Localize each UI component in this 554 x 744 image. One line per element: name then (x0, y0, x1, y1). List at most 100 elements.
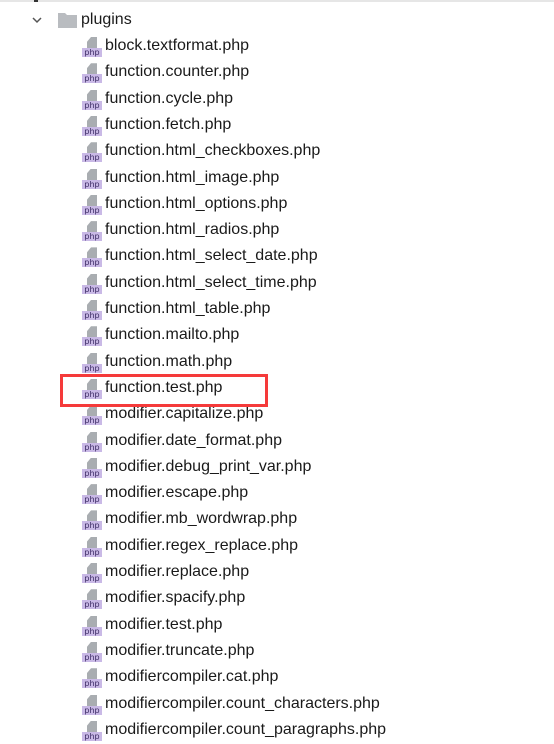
file-name: function.fetch.php (105, 115, 232, 133)
php-file-icon: php (82, 694, 102, 716)
file-row[interactable]: php modifiercompiler.count_characters.php (0, 692, 554, 718)
php-tag: php (82, 74, 102, 84)
php-tag: php (82, 705, 102, 715)
php-tag: php (82, 521, 102, 531)
file-name: function.mailto.php (105, 326, 240, 344)
php-tag: php (82, 731, 102, 741)
php-file-icon: php (82, 720, 102, 742)
file-row[interactable]: php modifier.test.php (0, 613, 554, 639)
php-file-icon: php (82, 484, 102, 505)
file-row[interactable]: php modifier.mb_wordwrap.php (0, 507, 554, 533)
highlight-box (60, 374, 268, 407)
php-file-icon: php (82, 457, 102, 479)
file-name: modifier.mb_wordwrap.php (105, 510, 298, 528)
file-row[interactable]: php modifier.replace.php (0, 560, 554, 586)
file-name: modifiercompiler.count_characters.php (105, 694, 380, 712)
file-row[interactable]: php function.html_options.php (0, 192, 554, 218)
file-name: modifier.debug_print_var.php (105, 457, 312, 475)
file-row[interactable]: php modifier.spacify.php (0, 586, 554, 612)
php-file-icon: php (82, 273, 102, 295)
php-file-icon: php (82, 300, 102, 321)
php-file-icon: php (82, 168, 102, 190)
php-tag: php (82, 679, 102, 689)
file-row[interactable]: php modifiercompiler.count_paragraphs.php (0, 718, 554, 744)
file-name: function.html_options.php (105, 194, 288, 212)
file-row[interactable]: php modifier.date_format.php (0, 429, 554, 455)
folder-icon (58, 13, 77, 28)
php-tag: php (82, 442, 102, 452)
file-name: modifier.capitalize.php (105, 405, 264, 423)
php-file-icon: php (82, 536, 102, 558)
php-tag: php (82, 311, 102, 320)
file-name: function.html_select_time.php (105, 273, 317, 291)
file-row[interactable]: php function.html_select_date.php (0, 244, 554, 270)
php-file-icon: php (82, 563, 102, 584)
file-row[interactable]: php modifier.escape.php (0, 481, 554, 507)
file-name: modifier.regex_replace.php (105, 536, 299, 554)
file-row[interactable]: php modifier.debug_print_var.php (0, 455, 554, 481)
php-tag: php (82, 337, 102, 347)
file-name: function.html_select_date.php (105, 247, 318, 265)
file-name: modifiercompiler.cat.php (105, 668, 279, 686)
file-name: function.math.php (105, 352, 233, 370)
php-file-icon: php (82, 589, 102, 610)
php-tag: php (82, 468, 102, 478)
php-file-icon: php (82, 431, 102, 453)
php-tag: php (82, 574, 102, 583)
file-row[interactable]: php function.html_radios.php (0, 218, 554, 244)
php-tag: php (82, 48, 102, 57)
php-file-icon: php (82, 194, 102, 216)
php-file-icon: php (82, 641, 102, 663)
php-tag: php (82, 284, 102, 294)
php-file-icon: php (82, 247, 102, 268)
php-file-icon: php (82, 63, 102, 84)
file-name: block.textformat.php (105, 37, 250, 54)
file-row[interactable]: php modifier.truncate.php (0, 639, 554, 665)
php-tag: php (82, 179, 102, 189)
php-tag: php (82, 232, 102, 242)
file-row[interactable]: php function.fetch.php (0, 113, 554, 139)
file-name: modifiercompiler.count_paragraphs.php (105, 720, 387, 738)
file-row[interactable]: php block.textformat.php (0, 34, 554, 60)
file-row[interactable]: php function.counter.php (0, 60, 554, 86)
file-row[interactable]: php function.mailto.php (0, 323, 554, 349)
file-row[interactable]: php function.cycle.php (0, 87, 554, 113)
php-tag: php (82, 126, 102, 136)
parent-row-fragment (34, 0, 38, 2)
file-row[interactable]: php function.html_checkboxes.php (0, 139, 554, 165)
folder-row-plugins[interactable]: plugins (0, 8, 554, 34)
php-file-icon: php (82, 326, 102, 347)
chevron-down-icon[interactable] (32, 15, 42, 25)
file-name: modifier.date_format.php (105, 431, 282, 449)
file-row[interactable]: php function.html_image.php (0, 166, 554, 192)
file-name: function.cycle.php (105, 89, 234, 107)
php-file-icon: php (82, 615, 102, 637)
php-file-icon: php (82, 89, 102, 111)
file-name: function.html_image.php (105, 168, 280, 186)
php-file-icon: php (82, 142, 102, 163)
php-tag: php (82, 547, 102, 557)
php-file-icon: php (82, 510, 102, 531)
file-row[interactable]: php modifier.regex_replace.php (0, 534, 554, 560)
php-file-icon: php (82, 37, 102, 58)
file-row[interactable]: php function.html_select_time.php (0, 271, 554, 297)
php-file-icon: php (82, 405, 102, 426)
php-file-icon: php (82, 221, 102, 242)
folder-label: plugins (81, 11, 132, 28)
php-tag: php (82, 363, 102, 373)
php-tag: php (82, 205, 102, 215)
php-tag: php (82, 495, 102, 505)
file-name: modifier.replace.php (105, 563, 250, 580)
file-name: modifier.test.php (105, 615, 223, 633)
php-tag: php (82, 652, 102, 662)
file-row[interactable]: php function.math.php (0, 350, 554, 376)
file-row[interactable]: php modifiercompiler.cat.php (0, 665, 554, 691)
file-name: function.html_checkboxes.php (105, 142, 321, 160)
php-tag: php (82, 416, 102, 426)
php-tag: php (82, 153, 102, 163)
file-name: function.counter.php (105, 63, 250, 81)
file-row[interactable]: php function.html_table.php (0, 297, 554, 323)
php-tag: php (82, 258, 102, 268)
file-name: function.html_table.php (105, 300, 271, 317)
php-tag: php (82, 600, 102, 610)
